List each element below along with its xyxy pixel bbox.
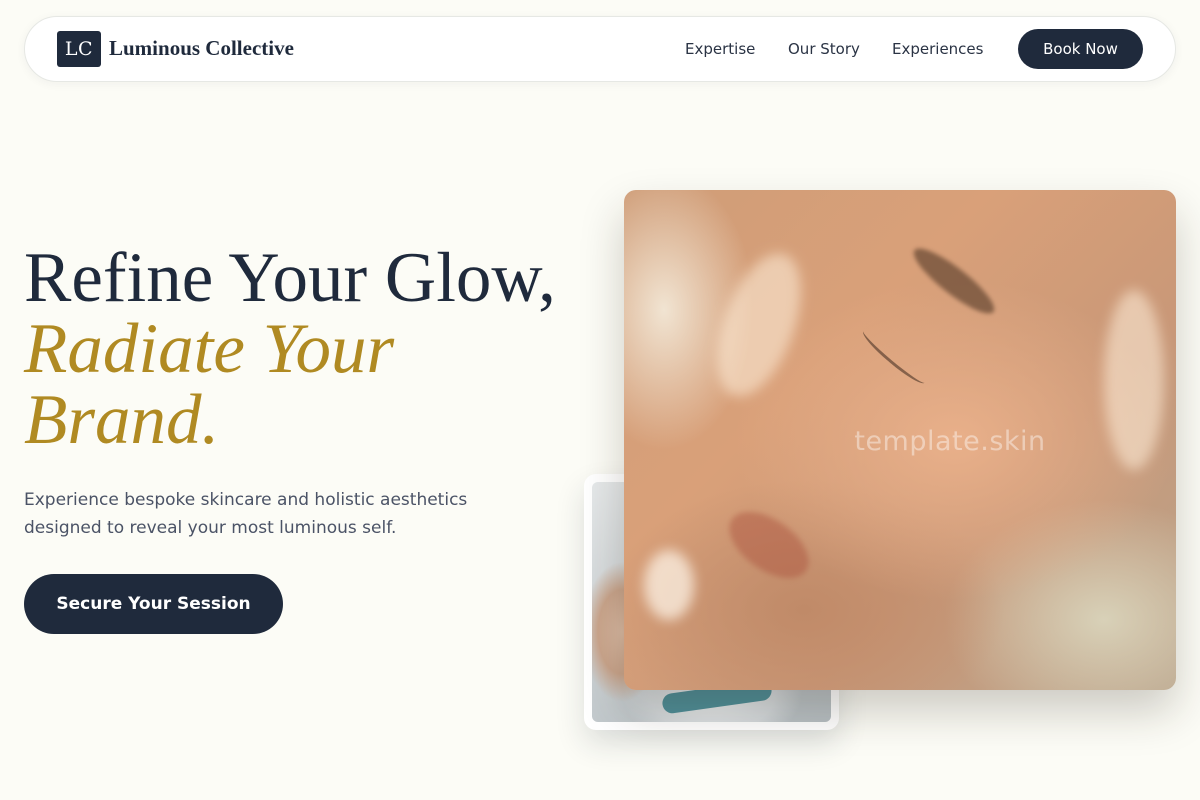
nav-link-expertise[interactable]: Expertise (685, 40, 755, 58)
hero-headline: Refine Your Glow, Radiate Your Brand. (24, 243, 604, 456)
headline-line-1: Refine Your Glow, (24, 239, 556, 317)
image-watermark: template.skin (854, 426, 1046, 457)
photo-lips (717, 498, 821, 592)
nav-link-experiences[interactable]: Experiences (892, 40, 983, 58)
headline-accent: Radiate Your Brand. (24, 310, 395, 459)
site-header: LC Luminous Collective Expertise Our Sto… (24, 16, 1176, 82)
photo-eyebrow (906, 239, 1002, 323)
secure-session-button[interactable]: Secure Your Session (24, 574, 283, 634)
brand-name[interactable]: Luminous Collective (109, 36, 294, 61)
hero-subtext: Experience bespoke skincare and holistic… (24, 490, 468, 538)
photo-eyelid (858, 325, 930, 389)
hero-face-photo: template.skin (624, 190, 1176, 690)
light-flare (700, 242, 818, 408)
nav-link-our-story[interactable]: Our Story (788, 40, 860, 58)
light-flare (644, 550, 694, 620)
logo-mark[interactable]: LC (57, 31, 101, 67)
book-now-button[interactable]: Book Now (1018, 29, 1143, 69)
